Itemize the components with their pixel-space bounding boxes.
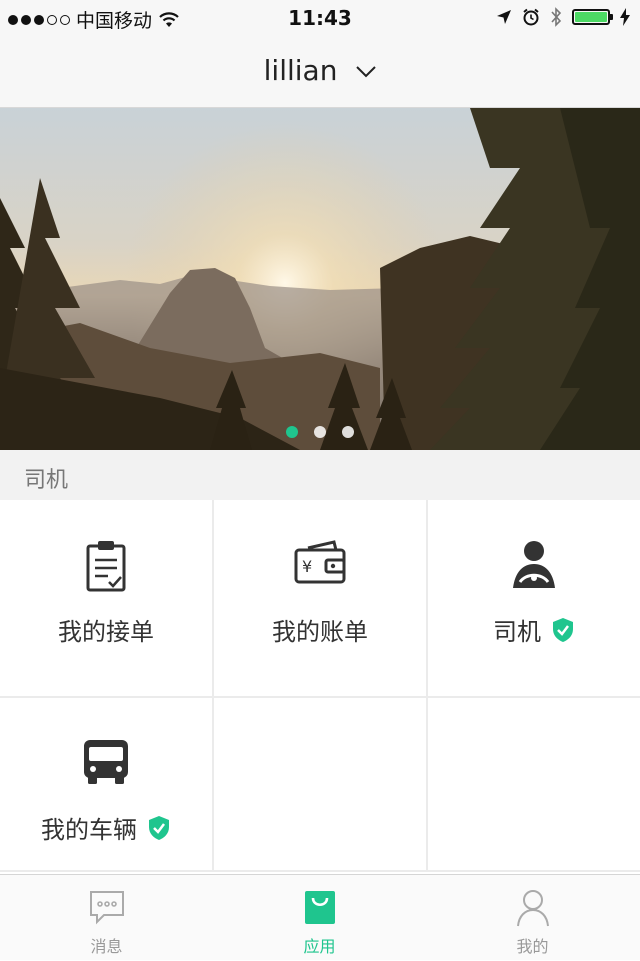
verified-shield-icon <box>553 617 573 642</box>
section-title: 司机 <box>24 468 69 493</box>
wallet-yen-icon: ¥ <box>294 540 346 584</box>
account-switcher[interactable]: lillian <box>0 54 640 87</box>
banner-landscape-image <box>0 108 640 450</box>
tab-label: 我的 <box>516 937 549 956</box>
svg-text:¥: ¥ <box>302 557 312 576</box>
app-grid: 我的接单 ¥ 我的账单 司机 我的车辆 <box>0 500 640 872</box>
grid-item-label: 司机 <box>493 618 541 646</box>
grid-item-driver[interactable]: 司机 <box>428 500 640 696</box>
banner-carousel[interactable] <box>0 108 640 450</box>
navigation-bar: lillian <box>0 36 640 108</box>
tab-label: 消息 <box>90 937 123 956</box>
pager-dot-1[interactable] <box>286 426 298 438</box>
grid-item-my-orders[interactable]: 我的接单 <box>0 500 212 696</box>
section-header: 司机 <box>0 450 640 500</box>
user-icon <box>516 890 549 927</box>
tab-bar: 消息 应用 我的 <box>0 874 640 960</box>
nav-title[interactable]: lillian <box>264 54 338 87</box>
grid-item-label: 我的车辆 <box>41 816 137 844</box>
grid-item-label: 我的账单 <box>272 618 368 646</box>
battery-icon <box>572 9 613 25</box>
alarm-clock-icon <box>523 8 539 26</box>
shopping-bag-icon <box>304 891 335 924</box>
carousel-pager[interactable] <box>0 426 640 438</box>
clipboard-check-icon <box>86 541 126 592</box>
verified-shield-icon <box>149 815 169 840</box>
grid-item-label: 我的接单 <box>58 618 154 646</box>
grid-empty-cell <box>428 698 640 870</box>
bluetooth-icon <box>551 7 562 27</box>
chevron-down-icon[interactable] <box>356 66 377 78</box>
tab-me[interactable]: 我的 <box>426 875 639 961</box>
pager-dot-2[interactable] <box>314 426 326 438</box>
grid-item-my-vehicles[interactable]: 我的车辆 <box>0 698 212 870</box>
tab-label: 应用 <box>303 937 336 956</box>
tab-messages[interactable]: 消息 <box>0 875 213 961</box>
grid-empty-cell <box>214 698 426 870</box>
status-bar: 中国移动 11:43 <box>0 0 640 36</box>
chat-bubble-icon <box>89 891 124 925</box>
pager-dot-3[interactable] <box>342 426 354 438</box>
grid-item-my-bills[interactable]: ¥ 我的账单 <box>214 500 426 696</box>
tab-apps[interactable]: 应用 <box>213 875 426 961</box>
charging-bolt-icon <box>620 8 630 26</box>
bus-icon <box>84 740 128 784</box>
driver-icon <box>513 541 555 588</box>
location-arrow-icon <box>497 10 511 24</box>
